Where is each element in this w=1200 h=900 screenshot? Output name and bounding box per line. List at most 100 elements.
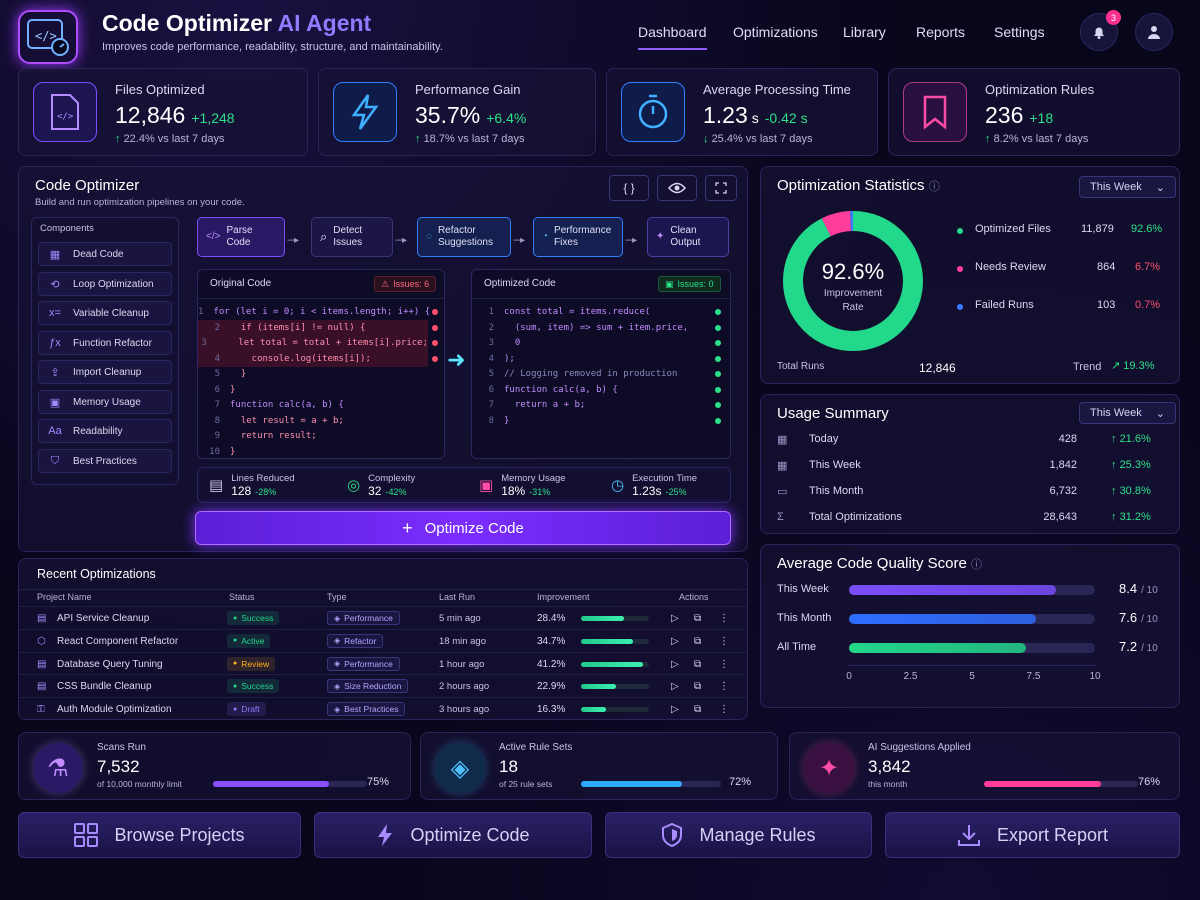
status-badge: ● Success (227, 679, 280, 694)
braces-button[interactable]: { } (609, 175, 649, 201)
nav-settings[interactable]: Settings (994, 24, 1045, 40)
trend-up-icon: ↗ (1111, 360, 1121, 372)
pipeline-step-parse[interactable]: </> Parse Code (197, 217, 285, 257)
pipeline-arrow: ---▸ (625, 235, 637, 246)
component-function-refactor[interactable]: ƒx Function Refactor (38, 331, 172, 355)
nav-optimizations[interactable]: Optimizations (733, 24, 818, 40)
warning-icon: ⚠ (381, 278, 390, 289)
card-progress-bar (581, 781, 721, 787)
usage-period-select[interactable]: This Week ⌄ (1079, 402, 1176, 424)
component-loop-optimization[interactable]: ⟲ Loop Optimization (38, 272, 172, 296)
table-row[interactable]: ▤ Database Query Tuning ● Review ◈ Performanc… (19, 651, 747, 675)
more-icon[interactable]: ⋮ (719, 613, 729, 624)
optimize-code-button[interactable]: + Optimize Code (195, 511, 731, 545)
export-report-button[interactable]: Export Report (885, 812, 1180, 858)
component-memory-usage[interactable]: ▣ Memory Usage (38, 390, 172, 414)
nav-library[interactable]: Library (843, 24, 886, 40)
manage-rules-button[interactable]: Manage Rules (605, 812, 872, 858)
component-readability[interactable]: Aa Readability (38, 419, 172, 443)
plus-icon: + (402, 517, 413, 538)
copy-icon[interactable]: ⧉ (694, 681, 701, 692)
code-line: 4 console.log(items[i]); (198, 350, 428, 367)
last-run: 3 hours ago (439, 704, 490, 716)
search-icon: ⌕ (320, 228, 328, 244)
component-best-practices[interactable]: ⛉ Best Practices (38, 449, 172, 473)
component-variable-cleanup[interactable]: x= Variable Cleanup (38, 301, 172, 325)
preview-button[interactable] (657, 175, 697, 201)
lightning-icon (333, 82, 397, 142)
copy-icon[interactable]: ⧉ (694, 659, 701, 670)
code-line: 5// Logging removed in production (488, 369, 678, 379)
stat-card-processing-time: Average Processing Time 1.23 s -0.42 s ↓ 2… (606, 68, 878, 156)
text-icon: Aa (48, 425, 62, 437)
play-icon[interactable]: ▷ (671, 636, 679, 647)
ok-marker (715, 309, 721, 315)
stat-value: 35.7% +6.4% (415, 102, 527, 128)
optimize-code-action-button[interactable]: Optimize Code (314, 812, 592, 858)
copy-icon[interactable]: ⧉ (694, 704, 701, 715)
quality-tick-label: 10 (1089, 671, 1101, 682)
play-icon[interactable]: ▷ (671, 681, 679, 692)
nav-reports[interactable]: Reports (916, 24, 965, 40)
pipeline-step-performance[interactable]: ◔ Performance Fixes (533, 217, 623, 257)
copy-icon[interactable]: ⧉ (694, 636, 701, 647)
statistics-period-select[interactable]: This Week ⌄ (1079, 176, 1176, 198)
usage-summary-panel: Usage Summary This Week ⌄ ▦ Today 428 ↑ 21.6… (760, 394, 1180, 534)
user-avatar-button[interactable] (1135, 13, 1173, 51)
sigma-icon: Σ (777, 511, 784, 523)
more-icon[interactable]: ⋮ (719, 681, 729, 692)
col-type: Type (327, 592, 347, 602)
trend-value: ↗ 19.3% (1111, 360, 1155, 372)
component-dead-code[interactable]: ▦ Dead Code (38, 242, 172, 266)
last-run: 5 min ago (439, 613, 481, 624)
database-icon: ▤ (37, 658, 47, 670)
trend-label: Trend (1073, 361, 1102, 373)
layers-icon: ◈ (435, 743, 485, 793)
pipeline-step-detect[interactable]: ⌕ Detect Issues (311, 217, 393, 257)
play-icon[interactable]: ▷ (671, 704, 679, 715)
ok-marker (715, 386, 721, 393)
table-row[interactable]: ▤ API Service Cleanup ● Success ◈ Performance… (19, 606, 747, 629)
pipeline-step-clean[interactable]: ✦ Clean Output (647, 217, 729, 257)
issue-marker (432, 324, 438, 331)
info-icon: ⓘ (928, 181, 940, 193)
ok-marker (715, 324, 721, 331)
more-icon[interactable]: ⋮ (719, 704, 729, 715)
code-line: 6 function calc(a, b) { (488, 384, 618, 395)
play-icon[interactable]: ▷ (671, 613, 679, 624)
clipboard-icon: ▤ (209, 477, 224, 494)
play-icon[interactable]: ▷ (671, 659, 679, 670)
components-list: Components ▦ Dead Code ⟲ Loop Optimization… (31, 217, 179, 485)
optimized-code-title: Optimized Code (484, 278, 556, 289)
stat-value: 12,846 +1,248 (115, 102, 235, 128)
stat-card-performance: Performance Gain 35.7% +6.4% ↑ 18.7% vs l… (318, 68, 596, 156)
issue-marker (432, 340, 438, 346)
component-import-cleanup[interactable]: ⇪ Import Cleanup (38, 360, 172, 384)
project-name: API Service Cleanup (57, 613, 150, 624)
browse-projects-button[interactable]: Browse Projects (18, 812, 301, 858)
last-run: 18 min ago (439, 635, 487, 647)
notifications-button[interactable]: 3 (1080, 10, 1121, 51)
table-row[interactable]: ⬡ React Component Refactor ● Active ◈ Refacto… (19, 628, 747, 652)
card-label: Active Rule Sets (499, 742, 573, 753)
quality-score: 7.2/ 10 (1119, 639, 1158, 654)
target-icon: ◎ (347, 477, 361, 494)
table-row[interactable]: ▤ CSS Bundle Cleanup ● Success ◈ Size Reducti… (19, 674, 747, 697)
folder-icon: ▭ (777, 486, 788, 498)
card-value: 18 (499, 757, 518, 776)
improvement-bar (581, 616, 649, 621)
bolt-icon (378, 824, 393, 846)
nav-dashboard[interactable]: Dashboard (638, 24, 707, 50)
total-runs-value: 12,846 (919, 361, 956, 375)
table-row[interactable]: ⚿ Auth Module Optimization ● Draft ◈ Best Pra… (19, 697, 747, 720)
more-icon[interactable]: ⋮ (719, 636, 729, 647)
card-sub: this month (868, 779, 908, 789)
recent-title: Recent Optimizations (37, 567, 156, 581)
usage-title: Usage Summary (777, 405, 889, 422)
copy-icon[interactable]: ⧉ (694, 613, 701, 624)
more-icon[interactable]: ⋮ (719, 659, 729, 670)
pipeline-step-refactor[interactable]: ◌ Refactor Suggestions (417, 217, 511, 257)
metric-memory-usage: ▣ Memory Usage 18% -31% (479, 472, 566, 498)
quality-tick-label: 2.5 (903, 671, 918, 682)
expand-button[interactable] (705, 175, 737, 201)
